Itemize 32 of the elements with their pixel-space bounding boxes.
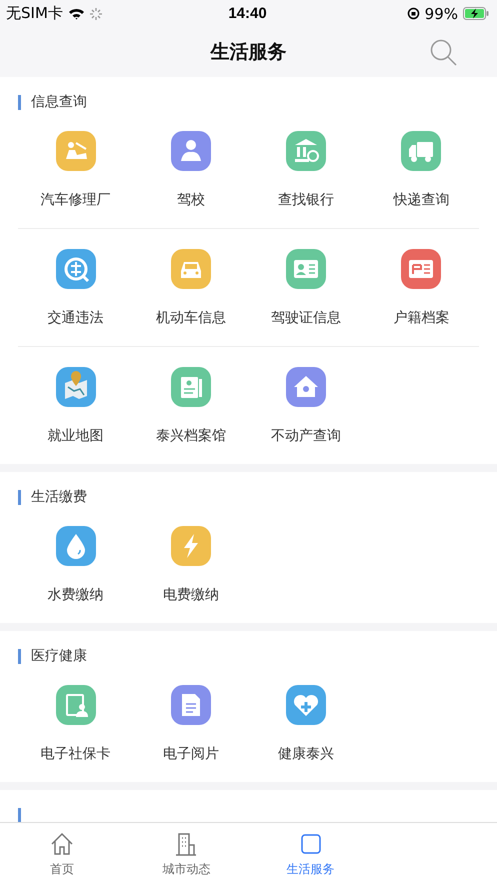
service-tile[interactable]: 户籍档案 bbox=[364, 229, 479, 347]
service-tile[interactable]: 驾校 bbox=[133, 111, 248, 229]
service-tile[interactable]: 就业地图 bbox=[18, 347, 134, 464]
service-tile[interactable]: 驾驶证信息 bbox=[248, 229, 364, 347]
service-tile[interactable]: 机动车信息 bbox=[133, 229, 248, 347]
service-tile[interactable]: 快递查询 bbox=[364, 111, 479, 229]
wifi-icon bbox=[68, 7, 85, 20]
loading-icon bbox=[90, 8, 102, 20]
service-tile[interactable]: 汽车修理厂 bbox=[18, 111, 134, 229]
page-title: 生活服务 bbox=[210, 40, 286, 65]
service-tile[interactable]: 健康泰兴 bbox=[248, 665, 364, 782]
home-icon bbox=[49, 831, 76, 857]
search-icon[interactable] bbox=[430, 39, 457, 66]
tab-item[interactable]: 生活服务 bbox=[248, 823, 373, 883]
service-tile[interactable]: 查找银行 bbox=[248, 111, 364, 229]
service-tile[interactable]: 泰兴档案馆 bbox=[133, 347, 248, 464]
rotation-lock-icon bbox=[406, 7, 420, 20]
service-tile[interactable]: 水费缴纳 bbox=[18, 506, 134, 623]
clock-time: 14:40 bbox=[228, 5, 267, 22]
carrier-text: 无SIM卡 bbox=[6, 4, 63, 23]
service-tile[interactable]: 电子阅片 bbox=[133, 665, 248, 782]
service-tile[interactable]: 不动产查询 bbox=[248, 347, 364, 464]
service-tile[interactable]: 电子社保卡 bbox=[18, 665, 134, 782]
tab-item[interactable]: 首页 bbox=[0, 823, 124, 883]
service-tile[interactable]: 电费缴纳 bbox=[133, 506, 248, 623]
section-title: 信息查询 bbox=[31, 93, 87, 111]
service-tile[interactable]: 交通违法 bbox=[18, 229, 134, 347]
section-title: 医疗健康 bbox=[31, 647, 87, 665]
tab-item[interactable]: 城市动态 bbox=[124, 823, 248, 883]
section-title: 生活缴费 bbox=[31, 488, 87, 506]
battery-percent: 99% bbox=[424, 4, 458, 22]
battery-charging-icon bbox=[463, 7, 489, 20]
